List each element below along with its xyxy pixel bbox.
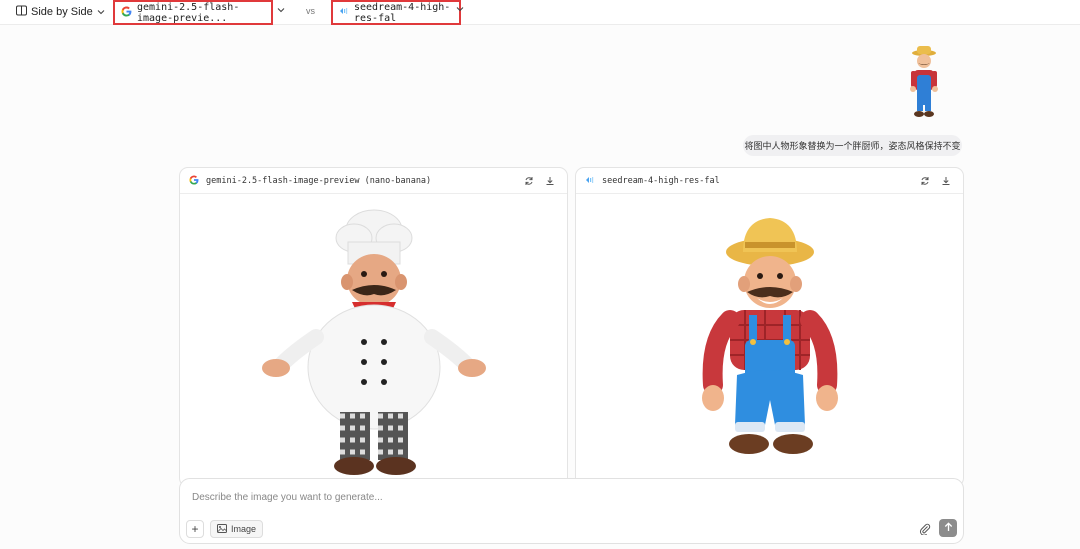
image-mode-label: Image xyxy=(231,524,257,534)
top-bar: Side by Side gemini-2.5-flash-image-prev… xyxy=(0,0,1080,25)
panel-a-header: gemini-2.5-flash-image-preview (nano-ban… xyxy=(180,168,567,194)
paperclip-icon[interactable] xyxy=(917,521,933,537)
regenerate-icon[interactable] xyxy=(522,174,536,188)
model-a-selector[interactable]: gemini-2.5-flash-image-previe... xyxy=(113,0,273,25)
google-icon xyxy=(121,6,132,20)
response-panel-b: seedream-4-high-res-fal xyxy=(575,167,964,487)
arrow-up-icon xyxy=(944,521,953,535)
model-b-selector[interactable]: seedream-4-high-res-fal xyxy=(331,0,461,25)
prompt-composer: + Image xyxy=(179,478,964,544)
view-mode-label: Side by Side xyxy=(31,6,93,18)
send-button[interactable] xyxy=(939,519,957,537)
plus-icon: + xyxy=(191,522,199,536)
google-icon xyxy=(189,174,199,187)
side-by-side-icon xyxy=(16,5,27,19)
chevron-down-icon[interactable] xyxy=(456,4,464,14)
panel-b-body xyxy=(576,194,963,486)
generated-chef-image[interactable] xyxy=(244,202,504,487)
add-attachment-button[interactable]: + xyxy=(186,520,204,538)
view-mode-selector[interactable]: Side by Side xyxy=(16,3,105,21)
seedream-icon xyxy=(585,175,595,187)
image-icon xyxy=(217,523,227,535)
model-a-name: gemini-2.5-flash-image-previe... xyxy=(137,1,240,24)
prompt-input[interactable] xyxy=(192,492,892,503)
panel-b-title: seedream-4-high-res-fal xyxy=(602,175,720,186)
panel-a-body xyxy=(180,194,567,486)
versus-label: vs xyxy=(306,6,315,16)
generated-farmer-image[interactable] xyxy=(644,200,895,487)
user-prompt-bubble: 将图中人物形象替换为一个胖厨师，姿态风格保持不变 xyxy=(743,135,962,156)
regenerate-icon[interactable] xyxy=(918,174,932,188)
response-panel-a: gemini-2.5-flash-image-preview (nano-ban… xyxy=(179,167,568,487)
seedream-icon xyxy=(339,6,349,19)
download-icon[interactable] xyxy=(939,174,953,188)
download-icon[interactable] xyxy=(543,174,557,188)
model-b-name: seedream-4-high-res-fal xyxy=(354,1,451,24)
panel-b-header: seedream-4-high-res-fal xyxy=(576,168,963,194)
chevron-down-icon[interactable] xyxy=(277,5,285,15)
uploaded-farmer-image[interactable] xyxy=(903,44,945,120)
chevron-down-icon xyxy=(97,6,105,18)
image-mode-button[interactable]: Image xyxy=(210,520,264,538)
panel-a-title: gemini-2.5-flash-image-preview (nano-ban… xyxy=(206,175,432,186)
